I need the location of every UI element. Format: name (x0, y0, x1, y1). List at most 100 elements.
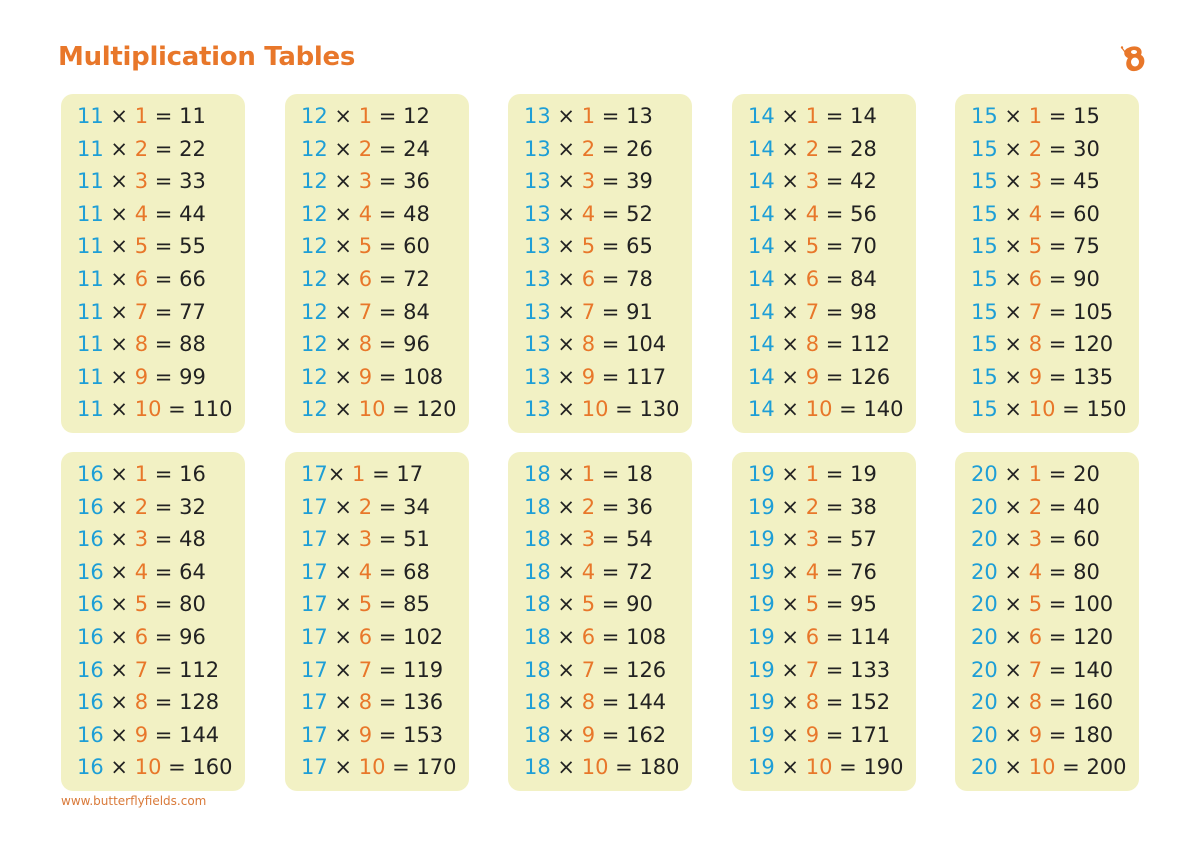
equals-sign: = (601, 494, 620, 519)
equals-sign: = (154, 364, 173, 389)
equals-sign: = (601, 592, 620, 617)
multiplicand: 14 (748, 266, 775, 291)
equation-row: 18 × 9 = 162 (524, 719, 692, 752)
multiplicand: 11 (77, 136, 104, 161)
multiplicand: 17 (301, 722, 328, 747)
product: 200 (1086, 755, 1127, 780)
times-sign: × (781, 364, 800, 389)
equation-row: 15 × 7 = 105 (971, 296, 1139, 329)
equation-row: 11 × 3 = 33 (77, 165, 245, 198)
times-sign: × (1004, 397, 1023, 422)
equals-sign: = (1048, 527, 1067, 552)
times-sign: × (781, 527, 800, 552)
times-sign: × (334, 592, 353, 617)
times-sign: × (781, 755, 800, 780)
equals-sign: = (168, 755, 186, 780)
table-card-18: 18 × 1 = 18 18 × 2 = 36 18 × 3 = 54 18 × 4 … (508, 452, 692, 791)
product: 114 (850, 624, 891, 649)
table-card-16: 16 × 1 = 16 16 × 2 = 32 16 × 3 = 48 16 × 4 … (61, 452, 245, 791)
equals-sign: = (825, 462, 844, 486)
equation-row: 12 × 8 = 96 (301, 328, 469, 361)
times-sign: × (557, 592, 576, 617)
product: 104 (626, 332, 667, 357)
multiplier: 6 (1028, 266, 1043, 291)
product: 171 (850, 722, 891, 747)
equals-sign: = (1048, 494, 1067, 519)
product: 18 (626, 462, 653, 486)
equation-row: 17 × 2 = 34 (301, 491, 469, 524)
times-sign: × (334, 201, 353, 226)
product: 55 (179, 234, 206, 259)
equation-row: 12 × 10 = 120 (301, 393, 469, 426)
equation-row: 15 × 6 = 90 (971, 263, 1139, 296)
product: 20 (1073, 462, 1100, 486)
equals-sign: = (601, 266, 620, 291)
equation-row: 20 × 4 = 80 (971, 556, 1139, 589)
product: 90 (626, 592, 653, 617)
multiplier: 10 (805, 397, 833, 422)
equation-row: 18 × 8 = 144 (524, 686, 692, 719)
multiplier: 2 (358, 494, 373, 519)
times-sign: × (557, 397, 576, 422)
equation-row: 18 × 3 = 54 (524, 523, 692, 556)
equation-row: 20 × 10 = 200 (971, 751, 1139, 784)
multiplicand: 14 (748, 169, 775, 194)
equals-sign: = (378, 364, 397, 389)
multiplier: 6 (805, 624, 820, 649)
times-sign: × (110, 755, 129, 780)
times-sign: × (334, 690, 353, 715)
equals-sign: = (825, 592, 844, 617)
product: 80 (179, 592, 206, 617)
product: 57 (850, 527, 877, 552)
product: 91 (626, 299, 653, 324)
product: 36 (626, 494, 653, 519)
equals-sign: = (601, 527, 620, 552)
multiplicand: 12 (301, 364, 328, 389)
multiplier: 8 (1028, 690, 1043, 715)
multiplicand: 15 (971, 299, 998, 324)
multiplier: 7 (1028, 299, 1043, 324)
multiplicand: 19 (748, 624, 775, 649)
butterfly-logo-icon (1114, 40, 1150, 76)
table-card-13: 13 × 1 = 13 13 × 2 = 26 13 × 3 = 39 13 × 4 … (508, 94, 692, 433)
footer-website[interactable]: www.butterflyfields.com (61, 794, 206, 808)
multiplier: 5 (1028, 592, 1043, 617)
product: 112 (179, 657, 220, 682)
equals-sign: = (601, 462, 620, 486)
equation-row: 18 × 6 = 108 (524, 621, 692, 654)
equation-row: 18 × 5 = 90 (524, 588, 692, 621)
product: 133 (850, 657, 891, 682)
multiplier: 6 (358, 266, 373, 291)
equation-row: 19 × 1 = 19 (748, 458, 916, 491)
multiplier: 2 (134, 494, 149, 519)
multiplier: 3 (134, 527, 149, 552)
equation-row: 19 × 2 = 38 (748, 491, 916, 524)
multiplicand: 13 (524, 266, 551, 291)
equals-sign: = (601, 332, 620, 357)
times-sign: × (110, 104, 129, 128)
multiplier: 7 (805, 657, 820, 682)
times-sign: × (781, 169, 800, 194)
multiplicand: 16 (77, 462, 104, 486)
multiplier: 3 (1028, 527, 1043, 552)
equals-sign: = (601, 104, 620, 128)
times-sign: × (110, 690, 129, 715)
equals-sign: = (378, 104, 397, 128)
equals-sign: = (601, 624, 620, 649)
multiplicand: 14 (748, 136, 775, 161)
equals-sign: = (154, 494, 173, 519)
multiplier: 2 (581, 136, 596, 161)
equals-sign: = (154, 299, 173, 324)
multiplicand: 18 (524, 722, 551, 747)
equation-row: 20 × 8 = 160 (971, 686, 1139, 719)
multiplier: 2 (1028, 494, 1043, 519)
product: 40 (1073, 494, 1100, 519)
product: 42 (850, 169, 877, 194)
multiplicand: 18 (524, 494, 551, 519)
multiplicand: 16 (77, 755, 104, 780)
multiplier: 1 (1028, 462, 1043, 486)
multiplicand: 18 (524, 592, 551, 617)
table-card-19: 19 × 1 = 19 19 × 2 = 38 19 × 3 = 57 19 × 4 … (732, 452, 916, 791)
equation-row: 12 × 9 = 108 (301, 361, 469, 394)
multiplier: 5 (134, 234, 149, 259)
